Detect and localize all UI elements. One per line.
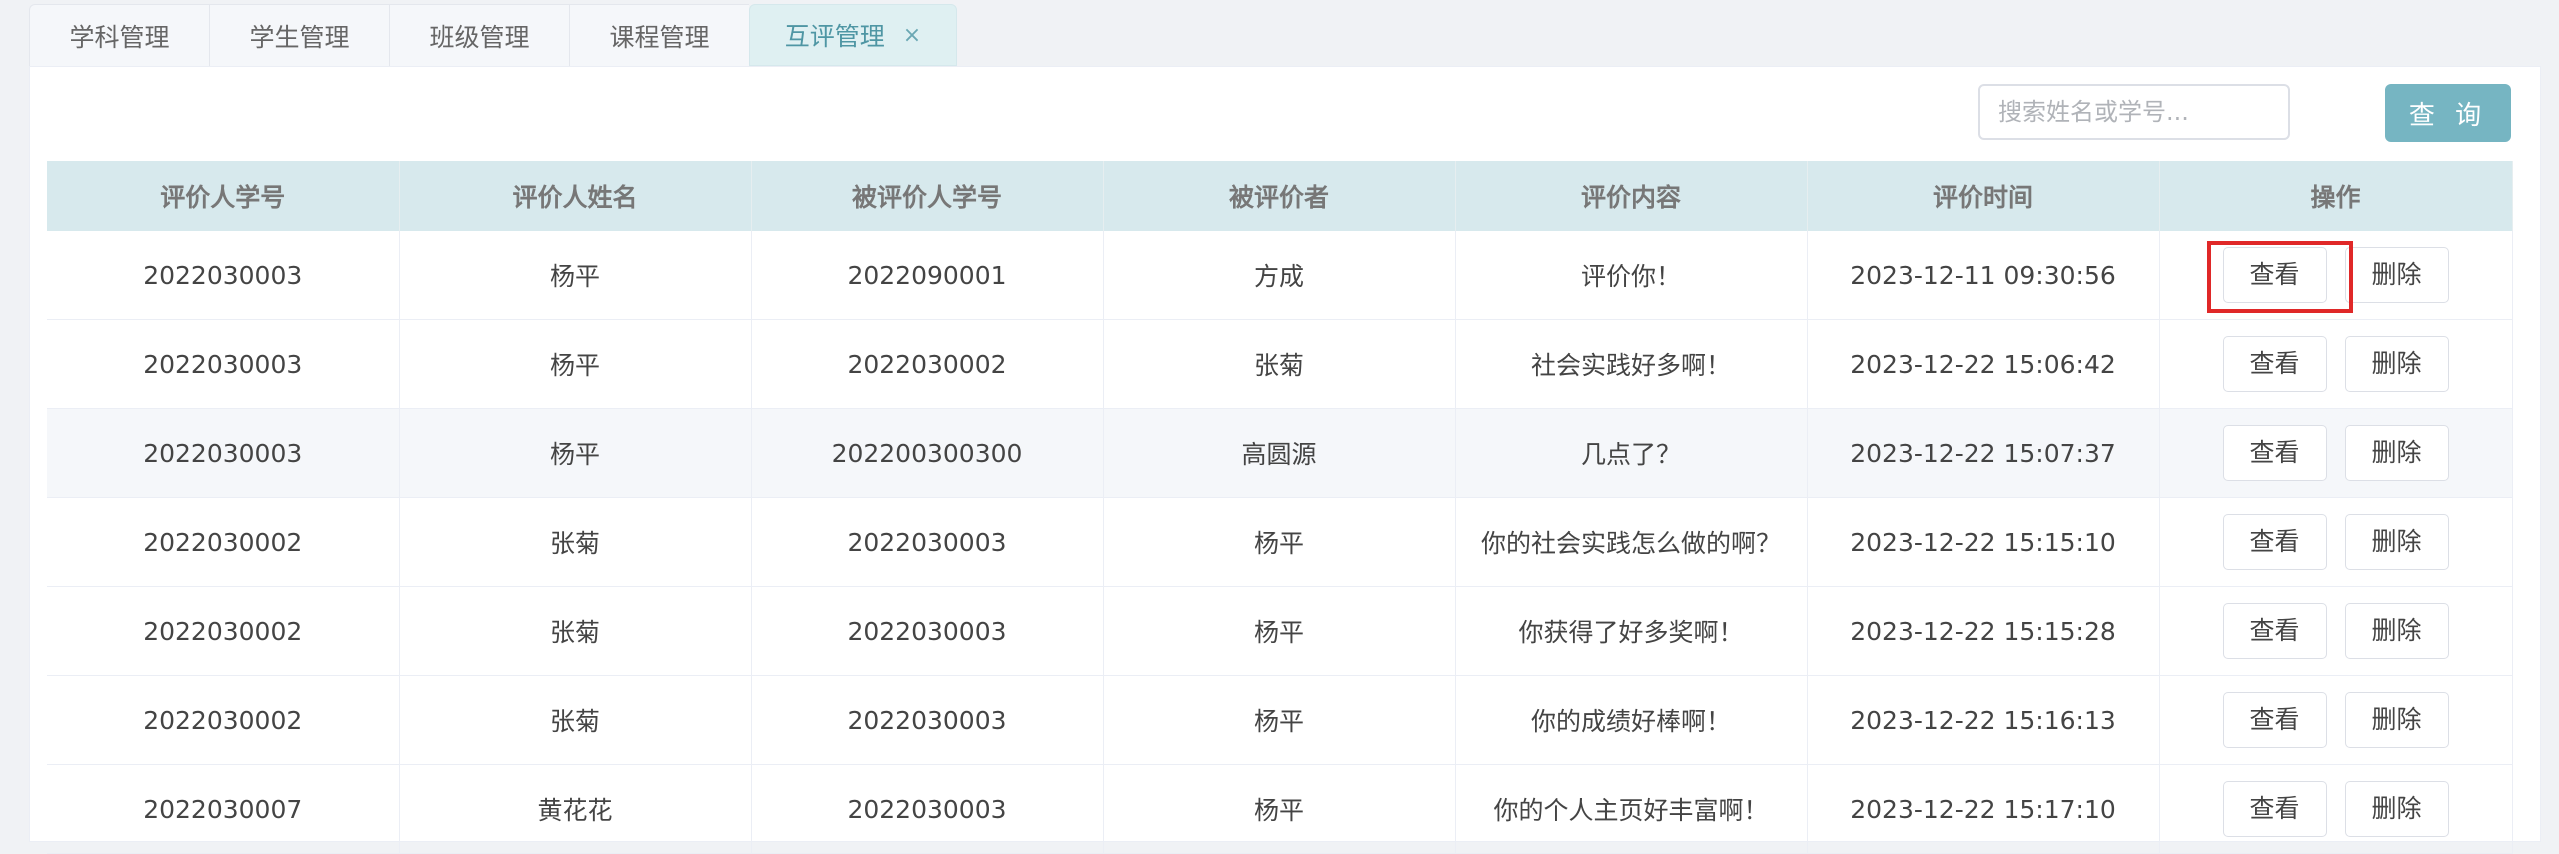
cell-evaluator-id: 2022030002 — [47, 586, 400, 676]
cell-time: 2023-12-11 09:30:56 — [1807, 231, 2160, 320]
cell-target-id: 2022030002 — [751, 319, 1104, 409]
cell-actions: 查看 删除 — [2159, 586, 2513, 676]
delete-button[interactable]: 删除 — [2344, 336, 2449, 392]
cell-evaluator-id: 2022030002 — [47, 675, 400, 765]
tab-bar: 学科管理 学生管理 班级管理 课程管理 互评管理 × — [29, 4, 957, 66]
column-header-target-name: 被评价者 — [1103, 161, 1456, 231]
column-header-actions: 操作 — [2159, 161, 2513, 231]
cell-evaluator-name: 杨平 — [399, 408, 752, 498]
cell-actions: 查看 删除 — [2159, 764, 2513, 854]
delete-button[interactable]: 删除 — [2344, 425, 2449, 481]
peer-review-table: 评价人学号 评价人姓名 被评价人学号 被评价者 评价内容 评价时间 操作 202… — [47, 161, 2513, 854]
tab-subject-management[interactable]: 学科管理 — [29, 4, 209, 66]
cell-content: 你获得了好多奖啊！ — [1455, 586, 1808, 676]
table-row: 2022030007 黄花花 2022030003 杨平 你的个人主页好丰富啊！… — [47, 764, 2513, 854]
tab-class-management[interactable]: 班级管理 — [389, 4, 569, 66]
cell-content: 评价你！ — [1455, 231, 1808, 320]
cell-target-id: 2022030003 — [751, 675, 1104, 765]
cell-evaluator-name: 黄花花 — [399, 764, 752, 854]
tab-peer-review-management[interactable]: 互评管理 × — [749, 4, 957, 66]
cell-target-name: 高圆源 — [1103, 408, 1456, 498]
cell-evaluator-id: 2022030003 — [47, 231, 400, 320]
cell-target-name: 杨平 — [1103, 675, 1456, 765]
cell-evaluator-id: 2022030003 — [47, 408, 400, 498]
view-button[interactable]: 查看 — [2222, 425, 2327, 481]
view-button[interactable]: 查看 — [2222, 692, 2327, 748]
cell-time: 2023-12-22 15:15:28 — [1807, 586, 2160, 676]
tab-course-management[interactable]: 课程管理 — [569, 4, 749, 66]
cell-content: 你的成绩好棒啊！ — [1455, 675, 1808, 765]
cell-actions: 查看 删除 — [2159, 408, 2513, 498]
cell-evaluator-id: 2022030007 — [47, 764, 400, 854]
table-row: 2022030002 张菊 2022030003 杨平 你的成绩好棒啊！ 202… — [47, 675, 2513, 765]
cell-target-name: 张菊 — [1103, 319, 1456, 409]
tab-label: 互评管理 — [784, 22, 885, 51]
search-button[interactable]: 查 询 — [2385, 84, 2511, 142]
cell-evaluator-name: 杨平 — [399, 319, 752, 409]
cell-time: 2023-12-22 15:06:42 — [1807, 319, 2160, 409]
tab-student-management[interactable]: 学生管理 — [209, 4, 389, 66]
cell-target-name: 杨平 — [1103, 586, 1456, 676]
view-button[interactable]: 查看 — [2222, 781, 2327, 837]
column-header-content: 评价内容 — [1455, 161, 1808, 231]
cell-time: 2023-12-22 15:15:10 — [1807, 497, 2160, 587]
delete-button[interactable]: 删除 — [2344, 514, 2449, 570]
view-button[interactable]: 查看 — [2222, 247, 2327, 303]
table-row: 2022030002 张菊 2022030003 杨平 你的社会实践怎么做的啊？… — [47, 497, 2513, 587]
cell-evaluator-name: 张菊 — [399, 586, 752, 676]
cell-target-name: 方成 — [1103, 231, 1456, 320]
close-icon[interactable]: × — [903, 23, 921, 48]
cell-target-id: 2022030003 — [751, 497, 1104, 587]
cell-target-id: 202200300300 — [751, 408, 1104, 498]
column-header-evaluator-id: 评价人学号 — [47, 161, 400, 231]
table-row: 2022030003 杨平 202200300300 高圆源 几点了？ 2023… — [47, 408, 2513, 498]
column-header-time: 评价时间 — [1807, 161, 2160, 231]
cell-time: 2023-12-22 15:17:10 — [1807, 764, 2160, 854]
cell-actions: 查看 删除 — [2159, 231, 2513, 320]
cell-evaluator-name: 张菊 — [399, 675, 752, 765]
cell-content: 社会实践好多啊！ — [1455, 319, 1808, 409]
cell-target-name: 杨平 — [1103, 497, 1456, 587]
cell-evaluator-id: 2022030003 — [47, 319, 400, 409]
cell-evaluator-name: 张菊 — [399, 497, 752, 587]
cell-content: 你的社会实践怎么做的啊？ — [1455, 497, 1808, 587]
cell-target-id: 2022030003 — [751, 586, 1104, 676]
cell-content: 你的个人主页好丰富啊！ — [1455, 764, 1808, 854]
table-row: 2022030003 杨平 2022090001 方成 评价你！ 2023-12… — [47, 231, 2513, 320]
column-header-target-id: 被评价人学号 — [751, 161, 1104, 231]
cell-time: 2023-12-22 15:07:37 — [1807, 408, 2160, 498]
cell-actions: 查看 删除 — [2159, 675, 2513, 765]
view-button[interactable]: 查看 — [2222, 514, 2327, 570]
cell-target-id: 2022090001 — [751, 231, 1104, 320]
column-header-evaluator-name: 评价人姓名 — [399, 161, 752, 231]
cell-target-id: 2022030003 — [751, 764, 1104, 854]
cell-time: 2023-12-22 15:16:13 — [1807, 675, 2160, 765]
cell-target-name: 杨平 — [1103, 764, 1456, 854]
cell-evaluator-name: 杨平 — [399, 231, 752, 320]
view-button[interactable]: 查看 — [2222, 336, 2327, 392]
cell-actions: 查看 删除 — [2159, 319, 2513, 409]
delete-button[interactable]: 删除 — [2344, 247, 2449, 303]
cell-actions: 查看 删除 — [2159, 497, 2513, 587]
table-header-row: 评价人学号 评价人姓名 被评价人学号 被评价者 评价内容 评价时间 操作 — [47, 161, 2513, 231]
table-row: 2022030002 张菊 2022030003 杨平 你获得了好多奖啊！ 20… — [47, 586, 2513, 676]
delete-button[interactable]: 删除 — [2344, 781, 2449, 837]
view-button[interactable]: 查看 — [2222, 603, 2327, 659]
delete-button[interactable]: 删除 — [2344, 603, 2449, 659]
cell-evaluator-id: 2022030002 — [47, 497, 400, 587]
search-input[interactable] — [1978, 84, 2290, 140]
cell-content: 几点了？ — [1455, 408, 1808, 498]
delete-button[interactable]: 删除 — [2344, 692, 2449, 748]
table-row: 2022030003 杨平 2022030002 张菊 社会实践好多啊！ 202… — [47, 319, 2513, 409]
